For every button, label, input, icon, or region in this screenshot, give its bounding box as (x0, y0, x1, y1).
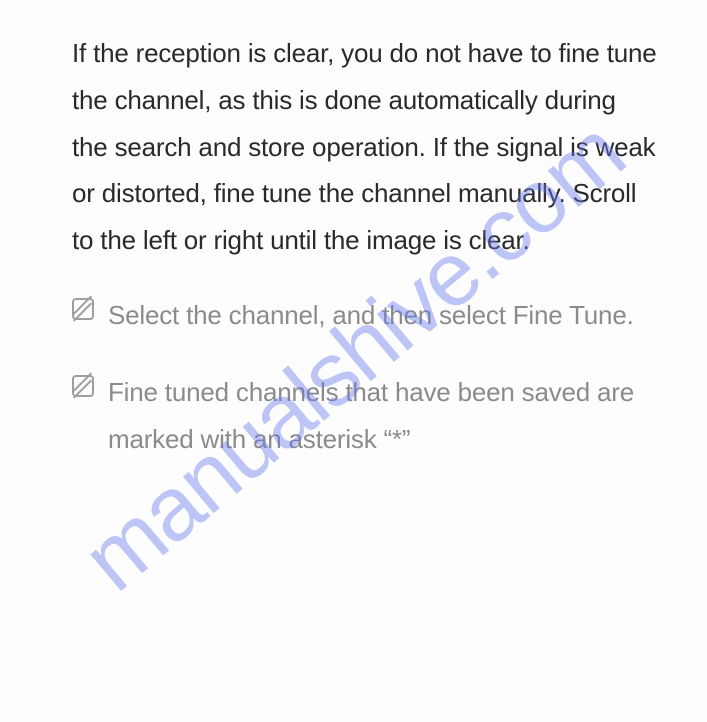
main-paragraph: If the reception is clear, you do not ha… (72, 30, 657, 264)
manual-page: manualshive.com If the reception is clea… (0, 0, 707, 722)
note-item: Fine tuned channels that have been saved… (72, 369, 657, 463)
note-icon (72, 375, 94, 397)
note-text: Fine tuned channels that have been saved… (108, 369, 657, 463)
note-item: Select the channel, and then select Fine… (72, 292, 657, 339)
note-text: Select the channel, and then select Fine… (108, 292, 634, 339)
notes-list: Select the channel, and then select Fine… (72, 292, 657, 462)
note-icon (72, 298, 94, 320)
